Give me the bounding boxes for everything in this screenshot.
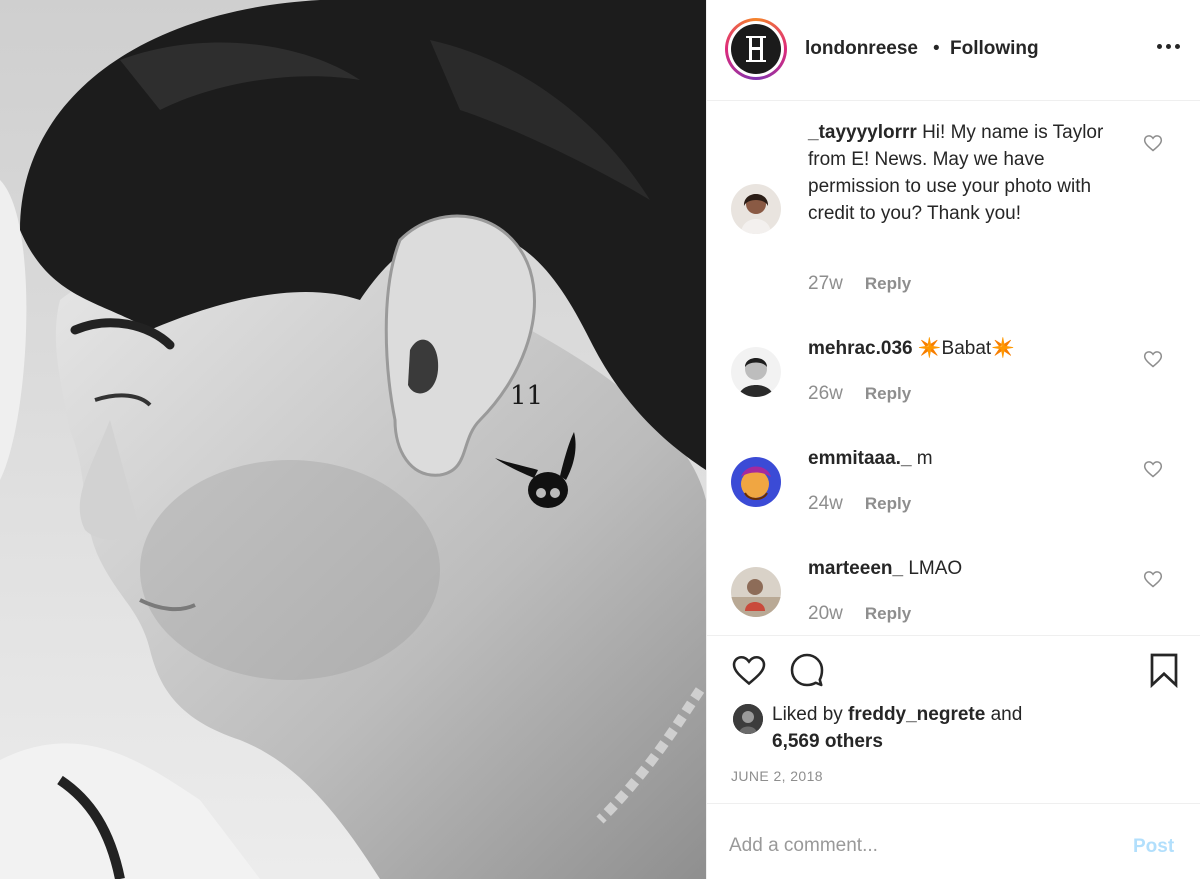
post-side-panel: londonreese • Following _tayyyylorrr Hi!… — [706, 0, 1200, 879]
comment-like-heart-icon[interactable] — [1143, 569, 1163, 589]
liker-avatar[interactable] — [733, 704, 763, 734]
comment-body: m — [916, 448, 933, 469]
svg-text:11: 11 — [510, 381, 543, 411]
avatar-photo-icon — [731, 184, 781, 234]
add-comment-bar: Post — [707, 803, 1200, 879]
comment-time[interactable]: 24w — [808, 493, 843, 515]
comment-username[interactable]: mehrac.036 — [808, 338, 913, 359]
comment-body: ✴️Babat✴️ — [917, 338, 1015, 359]
comment-time[interactable]: 26w — [808, 383, 843, 405]
avatar-photo-icon — [731, 567, 781, 617]
comment-username[interactable]: _tayyyylorrr — [808, 122, 917, 143]
comment-item: marteeen_ LMAO 20w Reply — [707, 551, 1200, 635]
post-actions-bar — [707, 635, 1200, 705]
comments-list[interactable]: _tayyyylorrr Hi! My name is Taylor from … — [707, 101, 1200, 635]
author-avatar[interactable] — [725, 18, 787, 80]
more-options-button[interactable] — [1152, 30, 1184, 62]
comment-text-block: mehrac.036 ✴️Babat✴️ — [808, 335, 1128, 362]
comment-time[interactable]: 27w — [808, 273, 843, 295]
comment-item: _tayyyylorrr Hi! My name is Taylor from … — [707, 101, 1200, 306]
comment-like-heart-icon[interactable] — [1143, 133, 1163, 153]
comment-time[interactable]: 20w — [808, 603, 843, 625]
comment-body: LMAO — [908, 558, 963, 579]
likes-prefix: Liked by — [772, 704, 849, 725]
likes-others-button[interactable]: 6,569 others — [772, 731, 883, 753]
post-comment-button[interactable]: Post — [1133, 836, 1174, 858]
post-image[interactable]: 11 — [0, 0, 706, 879]
reply-button[interactable]: Reply — [865, 384, 911, 404]
commenter-avatar[interactable] — [731, 567, 781, 617]
comment-meta: 24w Reply — [808, 493, 911, 515]
more-horizontal-icon — [1156, 43, 1180, 49]
reply-button[interactable]: Reply — [865, 274, 911, 294]
liker-username[interactable]: freddy_negrete — [848, 704, 985, 725]
comment-meta: 27w Reply — [808, 273, 911, 295]
heart-icon — [732, 655, 766, 686]
comment-text-block: emmitaaa._ m — [808, 445, 1128, 472]
comment-username[interactable]: emmitaaa._ — [808, 448, 912, 469]
commenter-avatar[interactable] — [731, 457, 781, 507]
author-username[interactable]: londonreese — [805, 38, 918, 60]
reply-button[interactable]: Reply — [865, 604, 911, 624]
post-image-illustration: 11 — [0, 0, 706, 879]
reply-button[interactable]: Reply — [865, 494, 911, 514]
comment-button[interactable] — [787, 650, 827, 690]
comment-item: mehrac.036 ✴️Babat✴️ 26w Reply — [707, 331, 1200, 411]
post-header: londonreese • Following — [707, 0, 1200, 101]
likes-and: and — [985, 704, 1023, 725]
comment-like-heart-icon[interactable] — [1143, 459, 1163, 479]
comment-like-heart-icon[interactable] — [1143, 349, 1163, 369]
author-logo-icon — [746, 36, 766, 62]
like-button[interactable] — [729, 650, 769, 690]
avatar-photo-icon — [731, 347, 781, 397]
post-date[interactable]: JUNE 2, 2018 — [731, 768, 823, 784]
comment-item: emmitaaa._ m 24w Reply — [707, 441, 1200, 521]
comment-username[interactable]: marteeen_ — [808, 558, 903, 579]
avatar-photo-icon — [731, 457, 781, 507]
comment-input[interactable] — [729, 826, 1109, 866]
save-button[interactable] — [1144, 650, 1184, 690]
bookmark-icon — [1150, 653, 1178, 688]
comment-meta: 20w Reply — [808, 603, 911, 625]
comment-meta: 26w Reply — [808, 383, 911, 405]
comment-text-block: marteeen_ LMAO — [808, 555, 1128, 582]
following-button[interactable]: Following — [950, 38, 1039, 60]
header-separator: • — [933, 38, 940, 59]
comment-text-block: _tayyyylorrr Hi! My name is Taylor from … — [808, 119, 1128, 227]
commenter-avatar[interactable] — [731, 347, 781, 397]
likes-line: Liked by freddy_negrete and — [772, 704, 1022, 726]
commenter-avatar[interactable] — [731, 184, 781, 234]
avatar-photo-icon — [733, 704, 763, 734]
comment-bubble-icon — [790, 653, 824, 687]
